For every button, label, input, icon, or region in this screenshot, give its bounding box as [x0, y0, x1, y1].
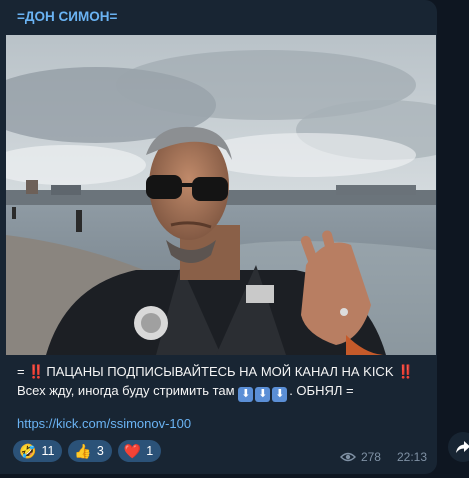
eye-icon: [339, 452, 356, 462]
post-body-text: Всех жду, иногда буду стримить там: [17, 383, 235, 398]
reactions-bar: 🤣 11 👍 3 ❤️ 1: [13, 440, 162, 462]
post-text-prefix: =: [17, 364, 29, 379]
thumbs-up-emoji-icon: 👍: [74, 443, 92, 459]
down-arrow-icon: ⬇: [272, 387, 288, 402]
post-text: = ‼️ ПАЦАНЫ ПОДПИСЫВАЙТЕСЬ НА МОЙ КАНАЛ Н…: [17, 362, 427, 402]
post-time: 22:13: [396, 450, 427, 464]
down-arrow-icon: ⬇: [238, 387, 254, 402]
reaction-count: 3: [96, 444, 104, 458]
photo-illustration: [6, 35, 436, 355]
share-button[interactable]: [448, 432, 469, 462]
down-arrow-icon: ⬇: [255, 387, 271, 402]
share-arrow-icon: [456, 441, 469, 453]
post-text-line-1: = ‼️ ПАЦАНЫ ПОДПИСЫВАЙТЕСЬ НА МОЙ КАНАЛ Н…: [17, 362, 427, 381]
channel-name[interactable]: =ДОН СИМОН=: [17, 9, 117, 24]
double-exclamation-icon: ‼️: [28, 364, 44, 379]
post-text-line-2: Всех жду, иногда буду стримить там ⬇ ⬇ ⬇. …: [17, 381, 427, 402]
view-count: 278: [360, 450, 381, 464]
reaction-count: 11: [41, 444, 55, 458]
post-headline: ПАЦАНЫ ПОДПИСЫВАЙТЕСЬ НА МОЙ КАНАЛ НА KI…: [46, 364, 394, 379]
heart-emoji-icon: ❤️: [123, 443, 142, 459]
reaction-laugh[interactable]: 🤣 11: [13, 440, 63, 462]
rofl-emoji-icon: 🤣: [19, 443, 37, 459]
post-body-suffix: . ОБНЯЛ =: [289, 383, 354, 398]
double-exclamation-icon: ‼️: [397, 364, 413, 379]
reaction-heart[interactable]: ❤️ 1: [117, 440, 162, 462]
kick-channel-link[interactable]: https://kick.com/ssimonov-100: [17, 416, 191, 431]
reaction-count: 1: [146, 444, 154, 458]
channel-post-bubble: =ДОН СИМОН= = ‼️ ПАЦАНЫ ПОДПИСЫВАЙТЕСЬ Н…: [0, 0, 437, 474]
post-meta: 278 22:13: [339, 450, 427, 464]
reaction-thumbs-up[interactable]: 👍 3: [68, 440, 112, 462]
post-photo[interactable]: [6, 35, 436, 355]
